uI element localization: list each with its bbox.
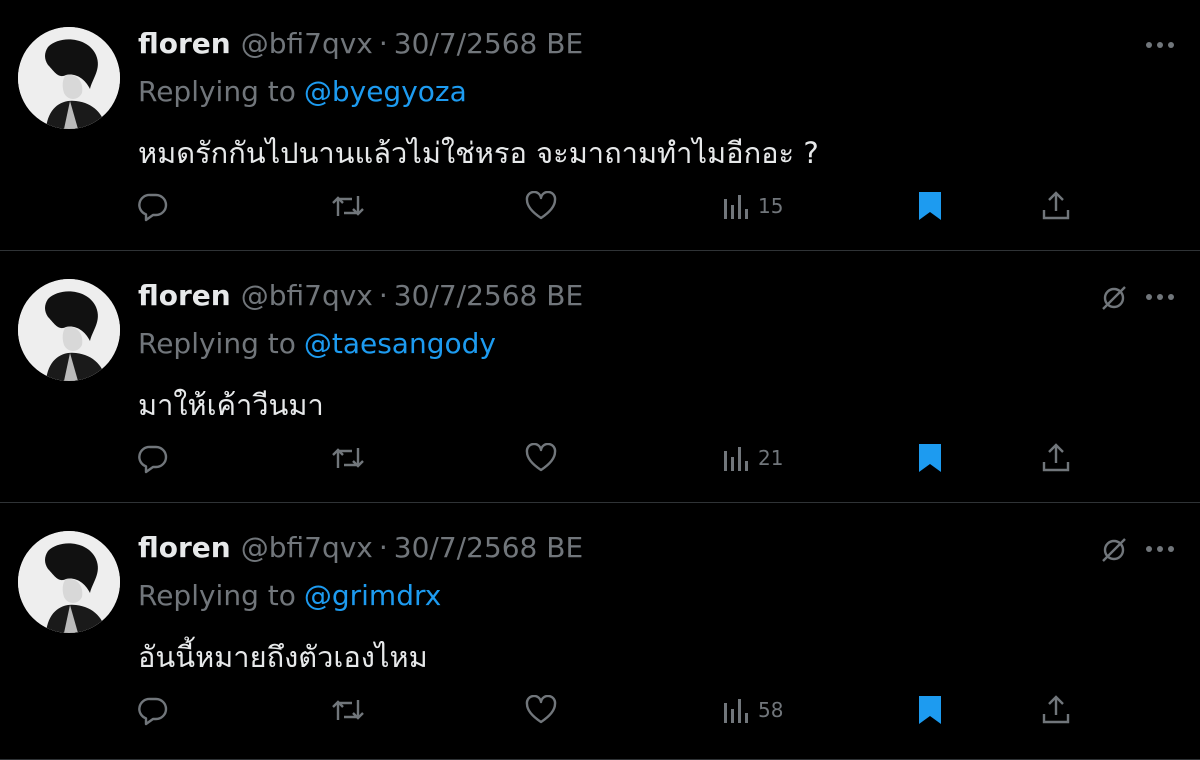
mention-link[interactable]: @taesangody (304, 327, 496, 360)
hide-reply-button[interactable] (1096, 532, 1132, 568)
reply-button[interactable] (137, 186, 169, 226)
tweet-header: floren @bfi7qvx · 30/7/2568 BE (138, 276, 583, 316)
more-options-button[interactable] (1142, 30, 1178, 60)
share-button[interactable] (1040, 186, 1072, 226)
reply-button[interactable] (137, 438, 169, 478)
tweet[interactable]: floren @bfi7qvx · 30/7/2568 BE Replying … (0, 0, 1200, 251)
bookmark-icon (919, 696, 941, 724)
reply-feed: floren @bfi7qvx · 30/7/2568 BE Replying … (0, 0, 1200, 760)
avatar[interactable] (18, 27, 120, 129)
reply-icon (138, 445, 168, 474)
user-handle[interactable]: @bfi7qvx (241, 528, 373, 568)
bookmark-icon (919, 444, 941, 472)
like-icon (525, 191, 557, 220)
retweet-icon (332, 448, 364, 468)
replying-to: Replying to @byegyoza (138, 72, 467, 112)
like-button[interactable] (525, 438, 557, 478)
tweet-date[interactable]: 30/7/2568 BE (394, 528, 583, 568)
like-button[interactable] (525, 690, 557, 730)
tweet-date[interactable]: 30/7/2568 BE (394, 276, 583, 316)
views-button[interactable]: 15 (722, 186, 783, 226)
tweet-header: floren @bfi7qvx · 30/7/2568 BE (138, 528, 583, 568)
user-handle[interactable]: @bfi7qvx (241, 276, 373, 316)
share-button[interactable] (1040, 438, 1072, 478)
display-name[interactable]: floren (138, 528, 231, 568)
views-button[interactable]: 21 (722, 438, 783, 478)
views-icon (724, 195, 748, 219)
like-icon (525, 695, 557, 724)
views-button[interactable]: 58 (722, 690, 783, 730)
views-icon (724, 699, 748, 723)
avatar[interactable] (18, 279, 120, 381)
reply-icon (138, 697, 168, 726)
display-name[interactable]: floren (138, 24, 231, 64)
tweet-date[interactable]: 30/7/2568 BE (394, 24, 583, 64)
tweet[interactable]: floren @bfi7qvx · 30/7/2568 BE Replying … (0, 504, 1200, 760)
tweet-text: มาให้เค้าวีนมา (138, 388, 324, 422)
hide-reply-icon (1102, 286, 1126, 310)
display-name[interactable]: floren (138, 276, 231, 316)
action-bar: 15 (0, 186, 1200, 226)
action-bar: 58 (0, 690, 1200, 730)
replying-label: Replying to (138, 75, 296, 108)
views-icon (724, 447, 748, 471)
retweet-button[interactable] (330, 186, 366, 226)
mention-link[interactable]: @byegyoza (304, 75, 467, 108)
share-icon (1042, 695, 1070, 724)
user-handle[interactable]: @bfi7qvx (241, 24, 373, 64)
tweet-text: อันนี้หมายถึงตัวเองไหม (138, 640, 428, 674)
retweet-button[interactable] (330, 438, 366, 478)
more-icon (1146, 294, 1174, 300)
more-options-button[interactable] (1142, 534, 1178, 564)
share-icon (1042, 443, 1070, 472)
avatar[interactable] (18, 531, 120, 633)
reply-icon (138, 193, 168, 222)
bookmark-button[interactable] (916, 186, 944, 226)
separator-dot: · (378, 27, 388, 60)
action-bar: 21 (0, 438, 1200, 478)
views-count: 58 (758, 698, 784, 722)
more-options-button[interactable] (1142, 282, 1178, 312)
mention-link[interactable]: @grimdrx (304, 579, 441, 612)
share-button[interactable] (1040, 690, 1072, 730)
replying-label: Replying to (138, 579, 296, 612)
reply-button[interactable] (137, 690, 169, 730)
replying-label: Replying to (138, 327, 296, 360)
share-icon (1042, 191, 1070, 220)
like-icon (525, 443, 557, 472)
bookmark-icon (919, 192, 941, 220)
separator-dot: · (378, 279, 388, 312)
bookmark-button[interactable] (916, 438, 944, 478)
views-count: 15 (758, 194, 784, 218)
tweet-text: หมดรักกันไปนานแล้วไม่ใช่หรอ จะมาถามทำไมอ… (138, 136, 819, 170)
more-icon (1146, 546, 1174, 552)
replying-to: Replying to @grimdrx (138, 576, 441, 616)
views-count: 21 (758, 446, 784, 470)
replying-to: Replying to @taesangody (138, 324, 496, 364)
tweet-header: floren @bfi7qvx · 30/7/2568 BE (138, 24, 583, 64)
more-icon (1146, 42, 1174, 48)
like-button[interactable] (525, 186, 557, 226)
retweet-button[interactable] (330, 690, 366, 730)
tweet[interactable]: floren @bfi7qvx · 30/7/2568 BE Replying … (0, 252, 1200, 503)
bookmark-button[interactable] (916, 690, 944, 730)
hide-reply-button[interactable] (1096, 280, 1132, 316)
separator-dot: · (378, 531, 388, 564)
hide-reply-icon (1102, 538, 1126, 562)
retweet-icon (332, 700, 364, 720)
retweet-icon (332, 196, 364, 216)
